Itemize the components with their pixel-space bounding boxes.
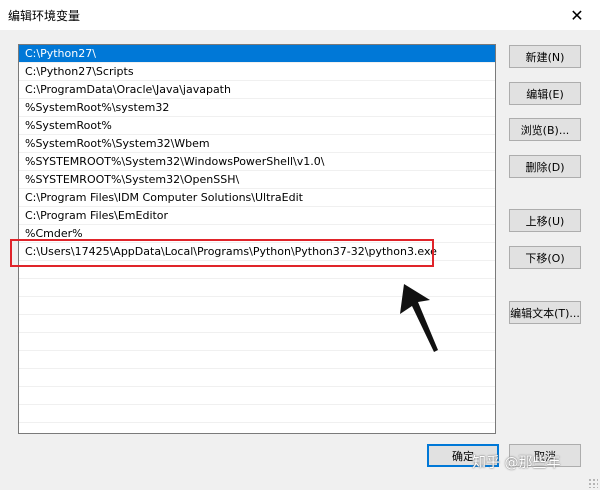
list-item[interactable]: C:\Program Files\IDM Computer Solutions\…: [19, 189, 495, 207]
list-item-empty[interactable]: [19, 423, 495, 433]
list-item-empty[interactable]: [19, 261, 495, 279]
path-list[interactable]: C:\Python27\ C:\Python27\Scripts C:\Prog…: [18, 44, 496, 434]
browse-button[interactable]: 浏览(B)...: [509, 118, 581, 141]
list-item[interactable]: C:\ProgramData\Oracle\Java\javapath: [19, 81, 495, 99]
close-button[interactable]: ✕: [554, 0, 600, 30]
list-item[interactable]: C:\Python27\: [19, 45, 495, 63]
move-up-button[interactable]: 上移(U): [509, 209, 581, 232]
edit-text-button[interactable]: 编辑文本(T)...: [509, 301, 581, 324]
list-item[interactable]: C:\Program Files\EmEditor: [19, 207, 495, 225]
delete-button[interactable]: 删除(D): [509, 155, 581, 178]
list-item-empty[interactable]: [19, 405, 495, 423]
list-item[interactable]: C:\Python27\Scripts: [19, 63, 495, 81]
list-item[interactable]: %Cmder%: [19, 225, 495, 243]
list-item-empty[interactable]: [19, 369, 495, 387]
arrow-annotation-icon: [400, 284, 438, 352]
list-item-empty[interactable]: [19, 387, 495, 405]
title-bar: 编辑环境变量 ✕: [0, 0, 600, 30]
list-item[interactable]: %SYSTEMROOT%\System32\OpenSSH\: [19, 171, 495, 189]
list-item[interactable]: %SYSTEMROOT%\System32\WindowsPowerShell\…: [19, 153, 495, 171]
close-icon: ✕: [570, 5, 584, 25]
list-item[interactable]: %SystemRoot%: [19, 117, 495, 135]
list-item[interactable]: %SystemRoot%\System32\Wbem: [19, 135, 495, 153]
watermark: 知乎 @那些年: [472, 455, 561, 471]
new-button[interactable]: 新建(N): [509, 45, 581, 68]
resize-grip-icon[interactable]: [588, 478, 598, 488]
window-title: 编辑环境变量: [8, 9, 81, 23]
edit-button[interactable]: 编辑(E): [509, 82, 581, 105]
move-down-button[interactable]: 下移(O): [509, 246, 581, 269]
list-item[interactable]: C:\Users\17425\AppData\Local\Programs\Py…: [19, 243, 495, 261]
list-item[interactable]: %SystemRoot%\system32: [19, 99, 495, 117]
